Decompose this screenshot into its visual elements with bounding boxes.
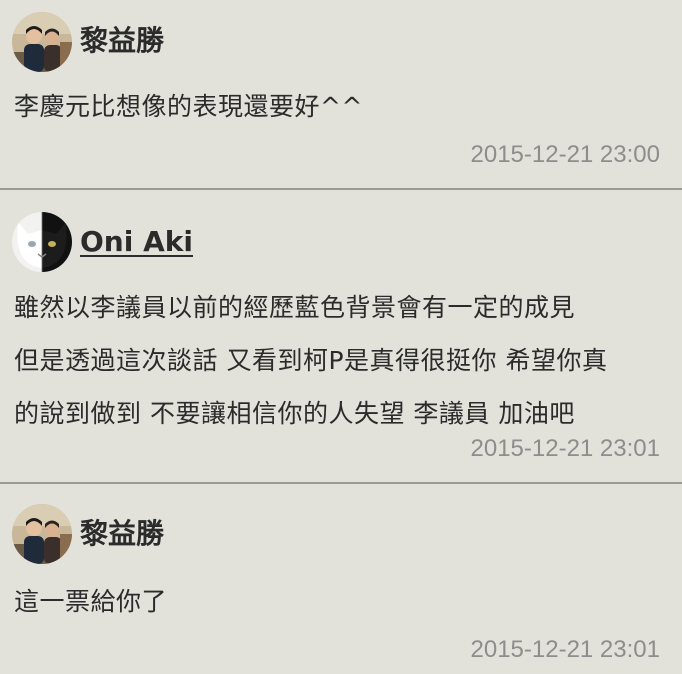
comment-author[interactable]: 黎益勝 [80, 25, 164, 57]
comment-list: 黎益勝 李慶元比想像的表現還要好^^ 2015-12-21 23:00 Oni … [0, 0, 682, 674]
person-photo-icon[interactable] [12, 504, 72, 564]
person-photo-icon[interactable] [12, 12, 72, 72]
comment-body-line: 李慶元比想像的表現還要好^^ [14, 92, 363, 121]
comment-timestamp: 2015-12-21 23:01 [470, 636, 661, 663]
comment-author-link[interactable]: Oni Aki [80, 226, 193, 258]
comment-timestamp: 2015-12-21 23:00 [470, 141, 661, 168]
comment-body: 雖然以李議員以前的經歷藍色背景會有一定的成見 但是透過這次談話 又看到柯P是真得… [14, 281, 668, 440]
cat-photo-icon[interactable] [12, 212, 72, 272]
comment-item: 黎益勝 李慶元比想像的表現還要好^^ 2015-12-21 23:00 [0, 0, 682, 189]
comment-body-line: 這一票給你了 [14, 587, 168, 616]
comment-author[interactable]: 黎益勝 [80, 518, 164, 550]
comment-body-line: 的說到做到 不要讓相信你的人失望 李議員 加油吧 [14, 399, 575, 428]
comment-item: 黎益勝 這一票給你了 2015-12-21 23:01 [0, 482, 682, 674]
comment-body-line: 雖然以李議員以前的經歷藍色背景會有一定的成見 [14, 293, 576, 322]
comment-timestamp: 2015-12-21 23:01 [470, 435, 661, 462]
comment-body: 李慶元比想像的表現還要好^^ [14, 80, 668, 133]
comment-item: Oni Aki 雖然以李議員以前的經歷藍色背景會有一定的成見 但是透過這次談話 … [0, 188, 682, 484]
comment-body-line: 但是透過這次談話 又看到柯P是真得很挺你 希望你真 [14, 346, 608, 375]
comment-body: 這一票給你了 [14, 575, 668, 628]
